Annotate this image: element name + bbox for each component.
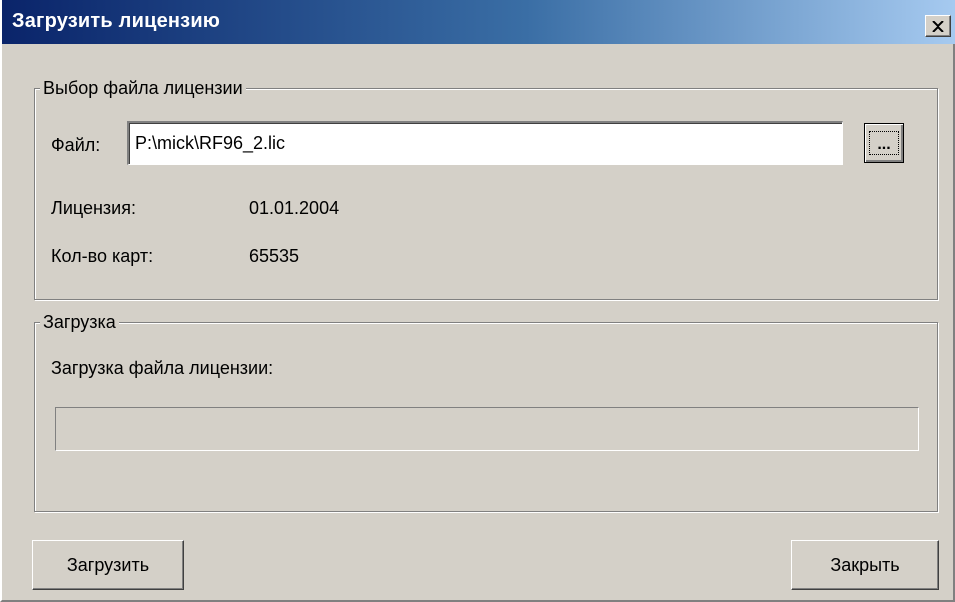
license-value: 01.01.2004 [249, 198, 340, 218]
file-label: Файл: [51, 135, 101, 155]
file-selection-group: Выбор файла лицензии Файл: ... Лицензия:… [34, 77, 938, 300]
load-status-label: Загрузка файла лицензии: [51, 358, 274, 378]
license-label: Лицензия: [51, 198, 136, 218]
close-button[interactable]: Закрыть [791, 540, 939, 590]
browse-button-label: ... [869, 131, 899, 155]
close-window-button[interactable] [925, 15, 951, 37]
close-icon [932, 20, 944, 32]
load-progress-bar [55, 407, 919, 451]
load-legend: Загрузка [40, 311, 119, 333]
browse-button[interactable]: ... [864, 123, 904, 163]
cards-count-label: Кол-во карт: [51, 246, 154, 266]
license-dialog: Загрузить лицензию Выбор файла лицензии … [0, 0, 955, 602]
cards-count-value: 65535 [249, 246, 300, 266]
load-button[interactable]: Загрузить [32, 540, 184, 590]
title-bar: Загрузить лицензию [2, 0, 955, 44]
window-title: Загрузить лицензию [12, 10, 221, 32]
load-group: Загрузка Загрузка файла лицензии: [34, 311, 938, 512]
file-selection-legend: Выбор файла лицензии [40, 77, 246, 99]
file-path-input[interactable] [127, 121, 843, 165]
